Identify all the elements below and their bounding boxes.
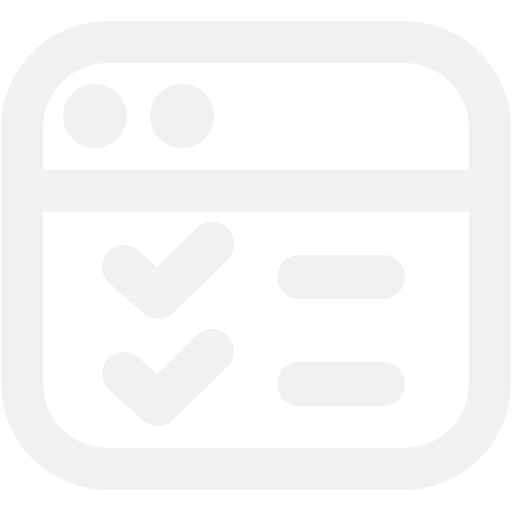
window-dot-1 (63, 84, 127, 148)
icon-canvas (1, 21, 511, 490)
checkmark-2-icon (102, 329, 234, 426)
browser-checklist-icon (0, 0, 512, 512)
checkmark-1-icon (102, 222, 234, 319)
window-dot-2 (150, 84, 214, 148)
